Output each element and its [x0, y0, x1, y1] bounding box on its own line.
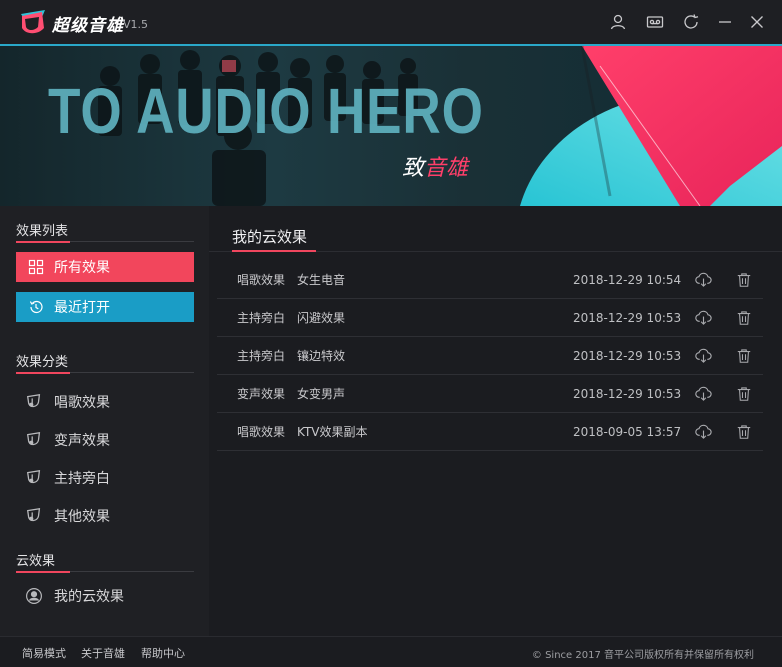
delete-button[interactable] — [735, 347, 753, 365]
list-item[interactable]: 唱歌效果 KTV效果副本 2018-09-05 13:57 — [217, 413, 763, 451]
trash-icon — [737, 386, 751, 401]
my-cloud-label: 我的云效果 — [54, 589, 124, 605]
download-button[interactable] — [694, 385, 712, 403]
music-icon — [24, 430, 44, 450]
recent-button[interactable]: 最近打开 — [16, 292, 194, 322]
music-icon — [24, 392, 44, 412]
list-item[interactable]: 变声效果 女变男声 2018-12-29 10:53 — [217, 375, 763, 413]
all-effects-button[interactable]: 所有效果 — [16, 252, 194, 282]
hero-banner: TO AUDIO HERO 致音雄 — [0, 46, 782, 206]
sidebar: 效果列表 所有效果 最近打开 效果分类 唱歌效果 变声效果 主持旁白 其他效果 … — [0, 206, 209, 636]
section-divider — [16, 372, 194, 374]
trash-icon — [737, 348, 751, 363]
banner-subtitle: 致音雄 — [402, 150, 468, 182]
category-label: 主持旁白 — [54, 471, 110, 487]
category-label: 变声效果 — [54, 433, 110, 449]
minimize-button[interactable] — [715, 12, 735, 32]
avatar-icon — [24, 586, 44, 606]
user-icon — [610, 14, 626, 30]
effect-category: 变声效果 — [237, 387, 286, 401]
download-button[interactable] — [694, 347, 712, 365]
list-item[interactable]: 主持旁白 闪避效果 2018-12-29 10:53 — [217, 299, 763, 337]
effect-name: 女变男声 — [297, 387, 346, 401]
title-underline — [232, 250, 316, 252]
device-icon — [646, 16, 664, 28]
download-button[interactable] — [694, 309, 712, 327]
minimize-icon — [719, 21, 731, 23]
refresh-icon — [684, 14, 699, 29]
app-version: V1.5 — [123, 18, 149, 31]
all-effects-label: 所有效果 — [54, 260, 110, 276]
category-item-narration[interactable]: 主持旁白 — [24, 465, 194, 491]
close-button[interactable] — [747, 12, 767, 32]
category-label: 其他效果 — [54, 509, 110, 525]
effect-category: 唱歌效果 — [237, 273, 286, 287]
effect-time: 2018-12-29 10:53 — [573, 310, 682, 325]
effect-category: 主持旁白 — [237, 311, 286, 325]
music-icon — [24, 506, 44, 526]
effect-category: 唱歌效果 — [237, 425, 286, 439]
banner-graphic — [520, 46, 782, 206]
trash-icon — [737, 310, 751, 325]
page-title: 我的云效果 — [232, 228, 308, 246]
effects-list: 唱歌效果 女生电音 2018-12-29 10:54 主持旁白 闪避效果 201… — [217, 261, 763, 451]
cloud-title: 云效果 — [16, 554, 56, 569]
about-link[interactable]: 关于音雄 — [81, 645, 125, 661]
effect-category: 主持旁白 — [237, 349, 286, 363]
footer: 简易模式 关于音雄 帮助中心 © Since 2017 音平公司版权所有并保留所… — [0, 636, 782, 667]
effect-time: 2018-09-05 13:57 — [573, 424, 682, 439]
category-item-singing[interactable]: 唱歌效果 — [24, 389, 194, 415]
effect-name: 闪避效果 — [297, 311, 346, 325]
simple-mode-link[interactable]: 简易模式 — [22, 645, 66, 661]
delete-button[interactable] — [735, 423, 753, 441]
refresh-button[interactable] — [681, 12, 701, 32]
cloud-download-icon — [694, 272, 712, 287]
section-divider — [16, 241, 194, 243]
effect-name: 镶边特效 — [297, 349, 346, 363]
app-name: 超级音雄 — [52, 16, 124, 36]
list-item[interactable]: 唱歌效果 女生电音 2018-12-29 10:54 — [217, 261, 763, 299]
cloud-download-icon — [694, 310, 712, 325]
trash-icon — [737, 424, 751, 439]
app-logo-icon — [21, 10, 45, 34]
banner-subtitle-prefix: 致 — [402, 156, 425, 181]
my-cloud-effects-item[interactable]: 我的云效果 — [24, 583, 194, 609]
main-panel: 我的云效果 唱歌效果 女生电音 2018-12-29 10:54 主持旁白 闪避… — [209, 206, 782, 636]
music-icon — [24, 468, 44, 488]
trash-icon — [737, 272, 751, 287]
copyright-text: © Since 2017 音平公司版权所有并保留所有权利 — [531, 650, 754, 661]
cloud-download-icon — [694, 348, 712, 363]
recent-label: 最近打开 — [54, 300, 110, 316]
section-divider — [16, 571, 194, 573]
delete-button[interactable] — [735, 309, 753, 327]
help-center-link[interactable]: 帮助中心 — [141, 645, 185, 661]
delete-button[interactable] — [735, 271, 753, 289]
close-icon — [751, 16, 763, 28]
delete-button[interactable] — [735, 385, 753, 403]
category-item-voice-change[interactable]: 变声效果 — [24, 427, 194, 453]
effects-list-title: 效果列表 — [16, 224, 69, 239]
history-icon — [28, 299, 44, 315]
category-title: 效果分类 — [16, 355, 69, 370]
banner-subtitle-accent: 音雄 — [424, 156, 469, 181]
download-button[interactable] — [694, 271, 712, 289]
cloud-download-icon — [694, 386, 712, 401]
effect-name: 女生电音 — [297, 273, 346, 287]
device-button[interactable] — [645, 12, 665, 32]
category-item-other[interactable]: 其他效果 — [24, 503, 194, 529]
effect-name: KTV效果副本 — [297, 425, 368, 439]
grid-icon — [28, 259, 44, 275]
effect-time: 2018-12-29 10:53 — [573, 348, 682, 363]
banner-title: TO AUDIO HERO — [48, 75, 484, 147]
list-item[interactable]: 主持旁白 镶边特效 2018-12-29 10:53 — [217, 337, 763, 375]
user-button[interactable] — [608, 12, 628, 32]
category-label: 唱歌效果 — [54, 395, 110, 411]
effect-time: 2018-12-29 10:54 — [573, 272, 682, 287]
title-bar: 超级音雄 V1.5 — [0, 0, 782, 46]
cloud-download-icon — [694, 424, 712, 439]
download-button[interactable] — [694, 423, 712, 441]
effect-time: 2018-12-29 10:53 — [573, 386, 682, 401]
